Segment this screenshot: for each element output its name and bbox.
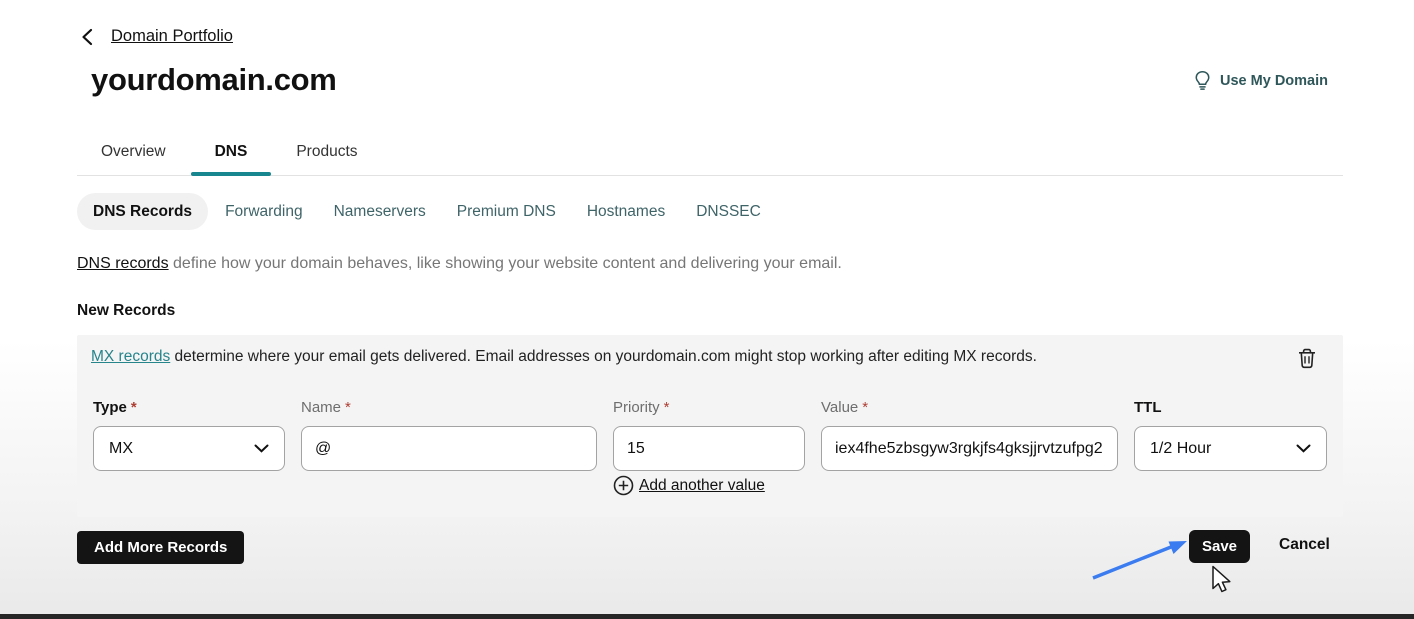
subtab-hostnames[interactable]: Hostnames (587, 203, 665, 221)
value-field-group: Value* (821, 399, 1118, 471)
value-label: Value* (821, 399, 1118, 416)
chevron-left-icon[interactable] (80, 28, 94, 46)
value-input[interactable] (821, 426, 1118, 471)
plus-circle-icon (613, 475, 634, 496)
dns-records-link[interactable]: DNS records (77, 255, 169, 272)
type-select-value: MX (109, 440, 133, 458)
required-asterisk: * (131, 399, 137, 416)
subtab-dns-records[interactable]: DNS Records (77, 193, 208, 230)
dns-intro-rest: define how your domain behaves, like sho… (169, 255, 842, 272)
chevron-down-icon (1296, 444, 1311, 453)
page-title: yourdomain.com (91, 62, 337, 98)
subtab-nameservers[interactable]: Nameservers (334, 203, 426, 221)
breadcrumb: Domain Portfolio (80, 27, 233, 46)
tab-overview[interactable]: Overview (77, 130, 190, 175)
mx-records-link[interactable]: MX records (91, 348, 170, 365)
section-title: New Records (77, 302, 175, 320)
add-another-value-button[interactable]: Add another value (613, 475, 765, 496)
trash-icon (1297, 347, 1317, 370)
new-record-card: MX records determine where your email ge… (77, 335, 1343, 517)
ttl-select[interactable]: 1/2 Hour (1134, 426, 1327, 471)
chevron-down-icon (254, 444, 269, 453)
ttl-label: TTL (1134, 399, 1327, 416)
dns-management-page: Domain Portfolio Use My Domain yourdomai… (0, 0, 1414, 619)
subtab-premium-dns[interactable]: Premium DNS (457, 203, 556, 221)
save-button[interactable]: Save (1189, 530, 1250, 563)
type-label: Type* (93, 399, 285, 416)
tab-products[interactable]: Products (272, 130, 381, 175)
lightbulb-icon (1194, 70, 1211, 91)
mx-warning-rest: determine where your email gets delivere… (170, 348, 1037, 365)
cancel-button[interactable]: Cancel (1279, 536, 1330, 554)
required-asterisk: * (862, 399, 868, 416)
ttl-field-group: TTL 1/2 Hour (1134, 399, 1327, 471)
required-asterisk: * (664, 399, 670, 416)
subtab-forwarding[interactable]: Forwarding (225, 203, 303, 221)
back-link[interactable]: Domain Portfolio (111, 27, 233, 46)
type-select[interactable]: MX (93, 426, 285, 471)
subtab-dnssec[interactable]: DNSSEC (696, 203, 761, 221)
priority-field-group: Priority* (613, 399, 805, 471)
delete-record-button[interactable] (1295, 347, 1319, 373)
add-more-records-button[interactable]: Add More Records (77, 531, 244, 564)
priority-label: Priority* (613, 399, 805, 416)
name-input[interactable] (301, 426, 597, 471)
required-asterisk: * (345, 399, 351, 416)
name-label: Name* (301, 399, 597, 416)
name-field-group: Name* (301, 399, 597, 471)
ttl-select-value: 1/2 Hour (1150, 440, 1211, 458)
use-my-domain-link[interactable]: Use My Domain (1194, 70, 1328, 91)
tab-bar: Overview DNS Products (77, 130, 1343, 176)
type-field-group: Type* MX (93, 399, 285, 471)
dns-subtab-bar: DNS Records Forwarding Nameservers Premi… (77, 193, 792, 230)
priority-input[interactable] (613, 426, 805, 471)
annotation-arrow (1040, 528, 1205, 590)
tab-dns[interactable]: DNS (191, 130, 272, 175)
mx-warning-note: MX records determine where your email ge… (91, 348, 1263, 366)
use-my-domain-label: Use My Domain (1220, 73, 1328, 89)
window-bottom-edge (0, 614, 1414, 619)
mouse-cursor-icon (1211, 565, 1235, 598)
add-another-value-label: Add another value (639, 477, 765, 495)
dns-intro-text: DNS records define how your domain behav… (77, 255, 842, 273)
